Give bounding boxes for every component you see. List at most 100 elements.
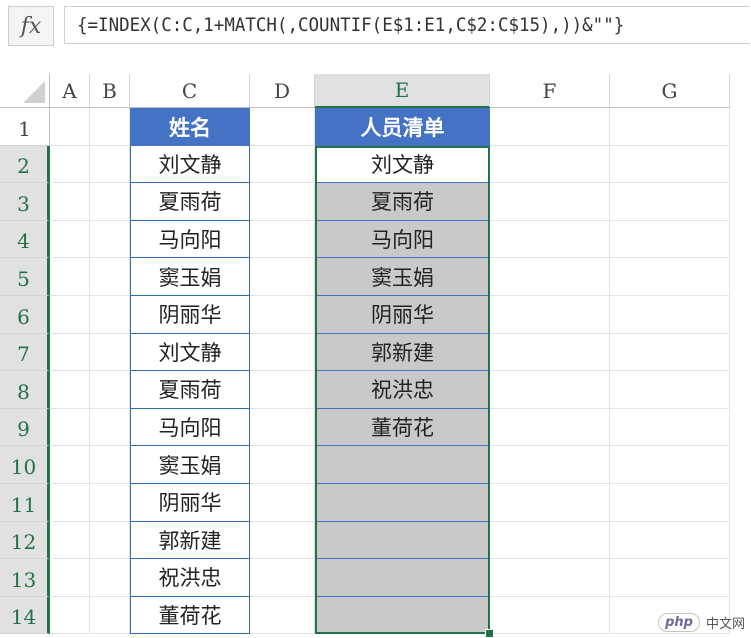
cell-e13[interactable] <box>315 559 490 597</box>
cell-g4[interactable] <box>610 220 730 259</box>
cell-f2[interactable] <box>490 145 610 184</box>
header-name-cell[interactable]: 姓名 <box>130 108 250 146</box>
cell-b6[interactable] <box>90 296 130 334</box>
cell-e2[interactable]: 刘文静 <box>315 145 490 184</box>
row-header-14[interactable]: 14 <box>0 596 50 635</box>
cell-g8[interactable] <box>610 371 730 409</box>
cell-b12[interactable] <box>90 521 130 560</box>
cell-b7[interactable] <box>90 333 130 372</box>
column-header-b[interactable]: B <box>90 74 130 108</box>
cell-b9[interactable] <box>90 408 130 447</box>
cell-d11[interactable] <box>250 484 315 522</box>
fill-handle[interactable] <box>485 629 494 638</box>
cell-d3[interactable] <box>250 183 315 221</box>
cell-e14[interactable] <box>315 596 490 635</box>
cell-g12[interactable] <box>610 521 730 560</box>
column-header-e[interactable]: E <box>315 74 490 108</box>
cell-a9[interactable] <box>50 408 90 447</box>
cell-a8[interactable] <box>50 371 90 409</box>
row-header-7[interactable]: 7 <box>0 333 50 372</box>
column-header-g[interactable]: G <box>610 74 730 108</box>
row-header-1[interactable]: 1 <box>0 108 50 146</box>
cell-d2[interactable] <box>250 145 315 184</box>
cell-b14[interactable] <box>90 596 130 635</box>
cell-c4[interactable]: 马向阳 <box>130 220 250 259</box>
cell-b3[interactable] <box>90 183 130 221</box>
cell-g3[interactable] <box>610 183 730 221</box>
cell-a3[interactable] <box>50 183 90 221</box>
cell-f3[interactable] <box>490 183 610 221</box>
cell-c10[interactable]: 窦玉娟 <box>130 446 250 484</box>
cell-g13[interactable] <box>610 559 730 597</box>
cell-e8[interactable]: 祝洪忠 <box>315 371 490 409</box>
cell-a12[interactable] <box>50 521 90 560</box>
cell-a4[interactable] <box>50 220 90 259</box>
cell-b4[interactable] <box>90 220 130 259</box>
cell-c13[interactable]: 祝洪忠 <box>130 559 250 597</box>
cell-f8[interactable] <box>490 371 610 409</box>
cell-c8[interactable]: 夏雨荷 <box>130 371 250 409</box>
cell-d12[interactable] <box>250 521 315 560</box>
cell-d14[interactable] <box>250 596 315 635</box>
row-header-5[interactable]: 5 <box>0 258 50 296</box>
cell-e3[interactable]: 夏雨荷 <box>315 183 490 221</box>
column-header-d[interactable]: D <box>250 74 315 108</box>
cell-b13[interactable] <box>90 559 130 597</box>
cell-f7[interactable] <box>490 333 610 372</box>
cell-d9[interactable] <box>250 408 315 447</box>
cell-g6[interactable] <box>610 296 730 334</box>
cell-b5[interactable] <box>90 258 130 296</box>
column-header-f[interactable]: F <box>490 74 610 108</box>
cell-g10[interactable] <box>610 446 730 484</box>
cell-e9[interactable]: 董荷花 <box>315 408 490 447</box>
row-header-13[interactable]: 13 <box>0 559 50 597</box>
row-header-3[interactable]: 3 <box>0 183 50 221</box>
row-header-12[interactable]: 12 <box>0 521 50 560</box>
cell-f5[interactable] <box>490 258 610 296</box>
cell-f12[interactable] <box>490 521 610 560</box>
cell-e7[interactable]: 郭新建 <box>315 333 490 372</box>
cell-c11[interactable]: 阴丽华 <box>130 484 250 522</box>
cell-b11[interactable] <box>90 484 130 522</box>
cell-c2[interactable]: 刘文静 <box>130 145 250 184</box>
cell-e12[interactable] <box>315 521 490 560</box>
cell-b1[interactable] <box>90 108 130 146</box>
row-header-11[interactable]: 11 <box>0 484 50 522</box>
cell-c12[interactable]: 郭新建 <box>130 521 250 560</box>
cell-c6[interactable]: 阴丽华 <box>130 296 250 334</box>
cell-a2[interactable] <box>50 145 90 184</box>
cell-f14[interactable] <box>490 596 610 635</box>
cell-c7[interactable]: 刘文静 <box>130 333 250 372</box>
cell-g11[interactable] <box>610 484 730 522</box>
select-all-corner[interactable] <box>0 74 50 108</box>
cell-e5[interactable]: 窦玉娟 <box>315 258 490 296</box>
cell-d8[interactable] <box>250 371 315 409</box>
column-header-a[interactable]: A <box>50 74 90 108</box>
row-header-4[interactable]: 4 <box>0 220 50 259</box>
cell-a14[interactable] <box>50 596 90 635</box>
cell-a7[interactable] <box>50 333 90 372</box>
cell-c14[interactable]: 董荷花 <box>130 596 250 635</box>
cell-b10[interactable] <box>90 446 130 484</box>
cell-a6[interactable] <box>50 296 90 334</box>
cell-e10[interactable] <box>315 446 490 484</box>
cell-b2[interactable] <box>90 145 130 184</box>
cell-e4[interactable]: 马向阳 <box>315 220 490 259</box>
cell-f10[interactable] <box>490 446 610 484</box>
cell-g7[interactable] <box>610 333 730 372</box>
cell-g2[interactable] <box>610 145 730 184</box>
cell-a1[interactable] <box>50 108 90 146</box>
cell-b8[interactable] <box>90 371 130 409</box>
cell-e6[interactable]: 阴丽华 <box>315 296 490 334</box>
cell-d7[interactable] <box>250 333 315 372</box>
cell-g1[interactable] <box>610 108 730 146</box>
formula-input[interactable]: {=INDEX(C:C,1+MATCH(,COUNTIF(E$1:E1,C$2:… <box>64 6 750 44</box>
cell-a10[interactable] <box>50 446 90 484</box>
cell-d4[interactable] <box>250 220 315 259</box>
column-header-c[interactable]: C <box>130 74 250 108</box>
cell-c9[interactable]: 马向阳 <box>130 408 250 447</box>
cell-d1[interactable] <box>250 108 315 146</box>
cell-e11[interactable] <box>315 484 490 522</box>
cell-f11[interactable] <box>490 484 610 522</box>
cell-f9[interactable] <box>490 408 610 447</box>
